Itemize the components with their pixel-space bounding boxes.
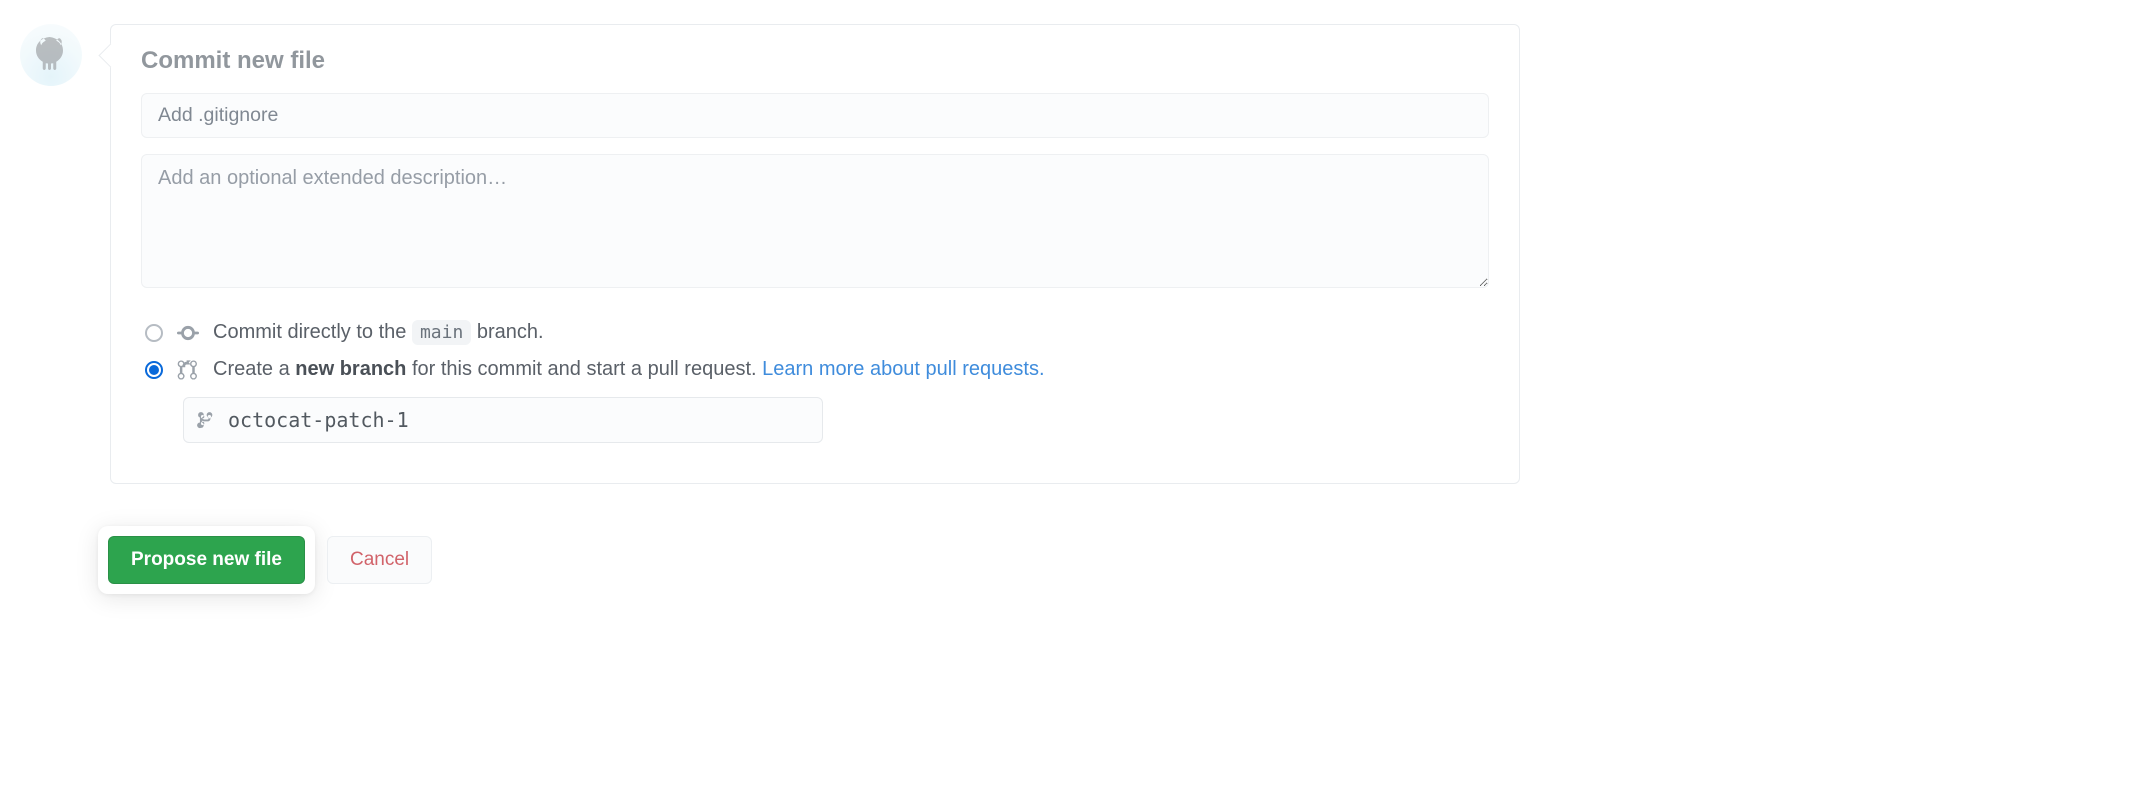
option-new-branch[interactable]: Create a new branch for this commit and … (141, 354, 1489, 391)
cancel-button[interactable]: Cancel (327, 536, 432, 584)
commit-description-input[interactable] (141, 154, 1489, 288)
branch-name-input[interactable] (183, 397, 823, 443)
propose-new-file-button[interactable]: Propose new file (108, 536, 305, 584)
option-newbranch-text: Create a new branch for this commit and … (213, 358, 1045, 381)
commit-options: Commit directly to the main branch. Crea… (141, 317, 1489, 443)
radio-new-branch[interactable] (145, 361, 163, 379)
octocat-icon (27, 31, 75, 79)
radio-commit-direct[interactable] (145, 324, 163, 342)
git-branch-icon (197, 411, 215, 429)
propose-highlight: Propose new file (98, 526, 315, 594)
commit-summary-input[interactable] (141, 93, 1489, 138)
form-actions: Propose new file Cancel (98, 526, 432, 594)
learn-more-link[interactable]: Learn more about pull requests. (762, 358, 1044, 380)
commit-card: Commit new file Commit directly to the m… (110, 24, 1520, 484)
avatar (20, 24, 82, 86)
git-commit-icon (177, 322, 199, 344)
git-pull-request-icon (177, 359, 199, 381)
option-commit-direct[interactable]: Commit directly to the main branch. (141, 317, 1489, 354)
option-direct-text: Commit directly to the main branch. (213, 321, 544, 344)
main-branch-pill: main (412, 320, 471, 345)
card-title: Commit new file (141, 47, 1489, 75)
